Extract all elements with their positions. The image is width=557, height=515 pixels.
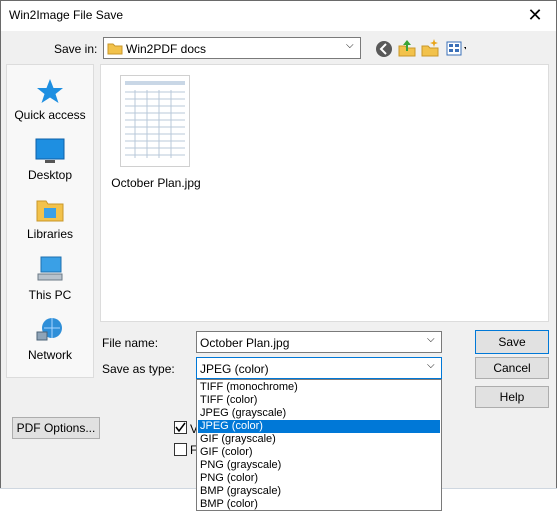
type-option[interactable]: TIFF (color) [198,394,440,407]
file-thumbnail[interactable] [120,75,190,167]
place-quick-access[interactable]: Quick access [8,78,92,122]
network-icon [36,318,62,341]
place-label: This PC [28,288,72,302]
type-option[interactable]: BMP (color) [198,498,440,511]
place-label: Network [27,348,72,362]
desktop-icon [35,138,65,163]
chevron-down-icon[interactable]: ⌵ [427,360,435,371]
place-label: Quick access [14,108,86,122]
type-option[interactable]: GIF (color) [198,446,440,459]
window-title: Win2Image File Save [9,8,124,22]
checkbox-1[interactable] [174,421,187,434]
place-network[interactable]: Network [8,316,92,362]
save-button[interactable]: Save [475,330,549,354]
place-label: Libraries [26,227,74,241]
place-desktop[interactable]: Desktop [8,138,92,182]
type-option[interactable]: GIF (grayscale) [198,433,440,446]
type-option-selected[interactable]: JPEG (color) [198,420,440,433]
up-folder-icon[interactable] [397,38,417,58]
place-this-pc[interactable]: This PC [8,256,92,302]
chevron-down-icon[interactable]: ⌵ [427,334,435,345]
folder-icon [107,43,123,55]
file-name-field-label: File name: [102,336,159,350]
libraries-icon [36,200,64,222]
type-option[interactable]: TIFF (monochrome) [198,381,440,394]
place-libraries[interactable]: Libraries [8,197,92,241]
type-option[interactable]: PNG (color) [198,472,440,485]
back-icon[interactable] [374,39,394,59]
close-button[interactable]: ✕ [518,3,552,27]
save-as-type-dropdown[interactable]: TIFF (monochrome) TIFF (color) JPEG (gra… [196,379,442,511]
file-name-label[interactable]: October Plan.jpg [108,176,204,190]
chevron-down-icon[interactable]: ⌵ [346,40,354,51]
new-folder-icon[interactable] [420,38,440,58]
type-option[interactable]: PNG (grayscale) [198,459,440,472]
place-label: Desktop [27,168,73,182]
view-menu-icon[interactable] [446,39,466,59]
save-in-value: Win2PDF docs [126,42,207,56]
file-name-value: October Plan.jpg [200,336,290,350]
document-preview-icon [125,81,185,158]
save-as-type-value: JPEG (color) [200,362,269,376]
save-in-label: Save in: [54,42,98,56]
help-button[interactable]: Help [475,386,549,408]
pdf-options-button[interactable]: PDF Options... [12,417,100,439]
cancel-button[interactable]: Cancel [475,357,549,379]
save-as-type-label: Save as type: [102,362,175,376]
checkmark-icon [175,422,186,433]
star-icon [37,79,63,103]
computer-icon [37,256,63,281]
type-option[interactable]: BMP (grayscale) [198,485,440,498]
type-option[interactable]: JPEG (grayscale) [198,407,440,420]
checkbox-2[interactable] [174,443,187,456]
